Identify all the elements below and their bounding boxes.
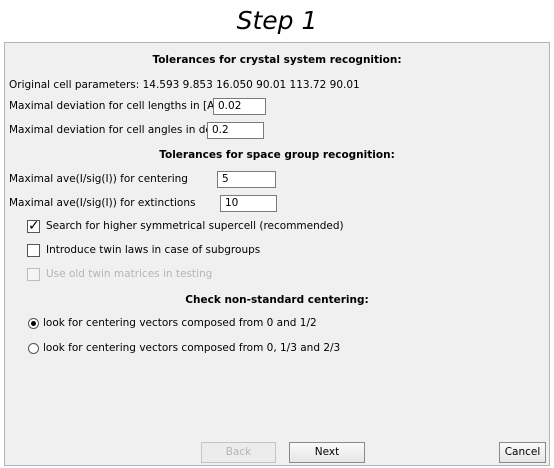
centering-label: Maximal ave(I/sig(I)) for centering [9,173,188,185]
space-group-header: Tolerances for space group recognition: [159,149,395,161]
extinctions-label: Maximal ave(I/sig(I)) for extinctions [9,197,196,209]
supercell-label: Search for higher symmetrical supercell … [46,220,344,232]
checkmark-icon: ✓ [28,218,40,234]
extinctions-input[interactable]: 10 [220,195,277,212]
centering-half-label: look for centering vectors composed from… [43,317,317,329]
cell-angles-label: Maximal deviation for cell angles in deg [9,124,219,136]
centering-input[interactable]: 5 [217,171,276,188]
supercell-checkbox[interactable]: ✓ [27,218,40,234]
centering-half-radio[interactable] [28,318,39,329]
cancel-button[interactable]: Cancel [499,442,546,463]
original-cell-parameters: Original cell parameters: 14.593 9.853 1… [9,79,360,91]
next-button[interactable]: Next [289,442,365,463]
old-twin-label: Use old twin matrices in testing [46,268,213,280]
crystal-system-header: Tolerances for crystal system recognitio… [152,54,402,66]
old-twin-checkbox[interactable] [27,268,40,281]
settings-panel: Tolerances for crystal system recognitio… [4,42,550,466]
cell-lengths-input[interactable]: 0.02 [213,98,266,115]
radio-selected-dot [31,321,36,326]
back-button[interactable]: Back [201,442,276,463]
twin-laws-checkbox[interactable] [27,244,40,257]
cell-angles-input[interactable]: 0.2 [207,122,264,139]
centering-third-label: look for centering vectors composed from… [43,342,341,354]
cell-lengths-label: Maximal deviation for cell lengths in [A… [9,100,219,112]
step-title: Step 1 [236,6,318,35]
twin-laws-label: Introduce twin laws in case of subgroups [46,244,261,256]
centering-header: Check non-standard centering: [185,294,369,306]
centering-third-radio[interactable] [28,343,39,354]
